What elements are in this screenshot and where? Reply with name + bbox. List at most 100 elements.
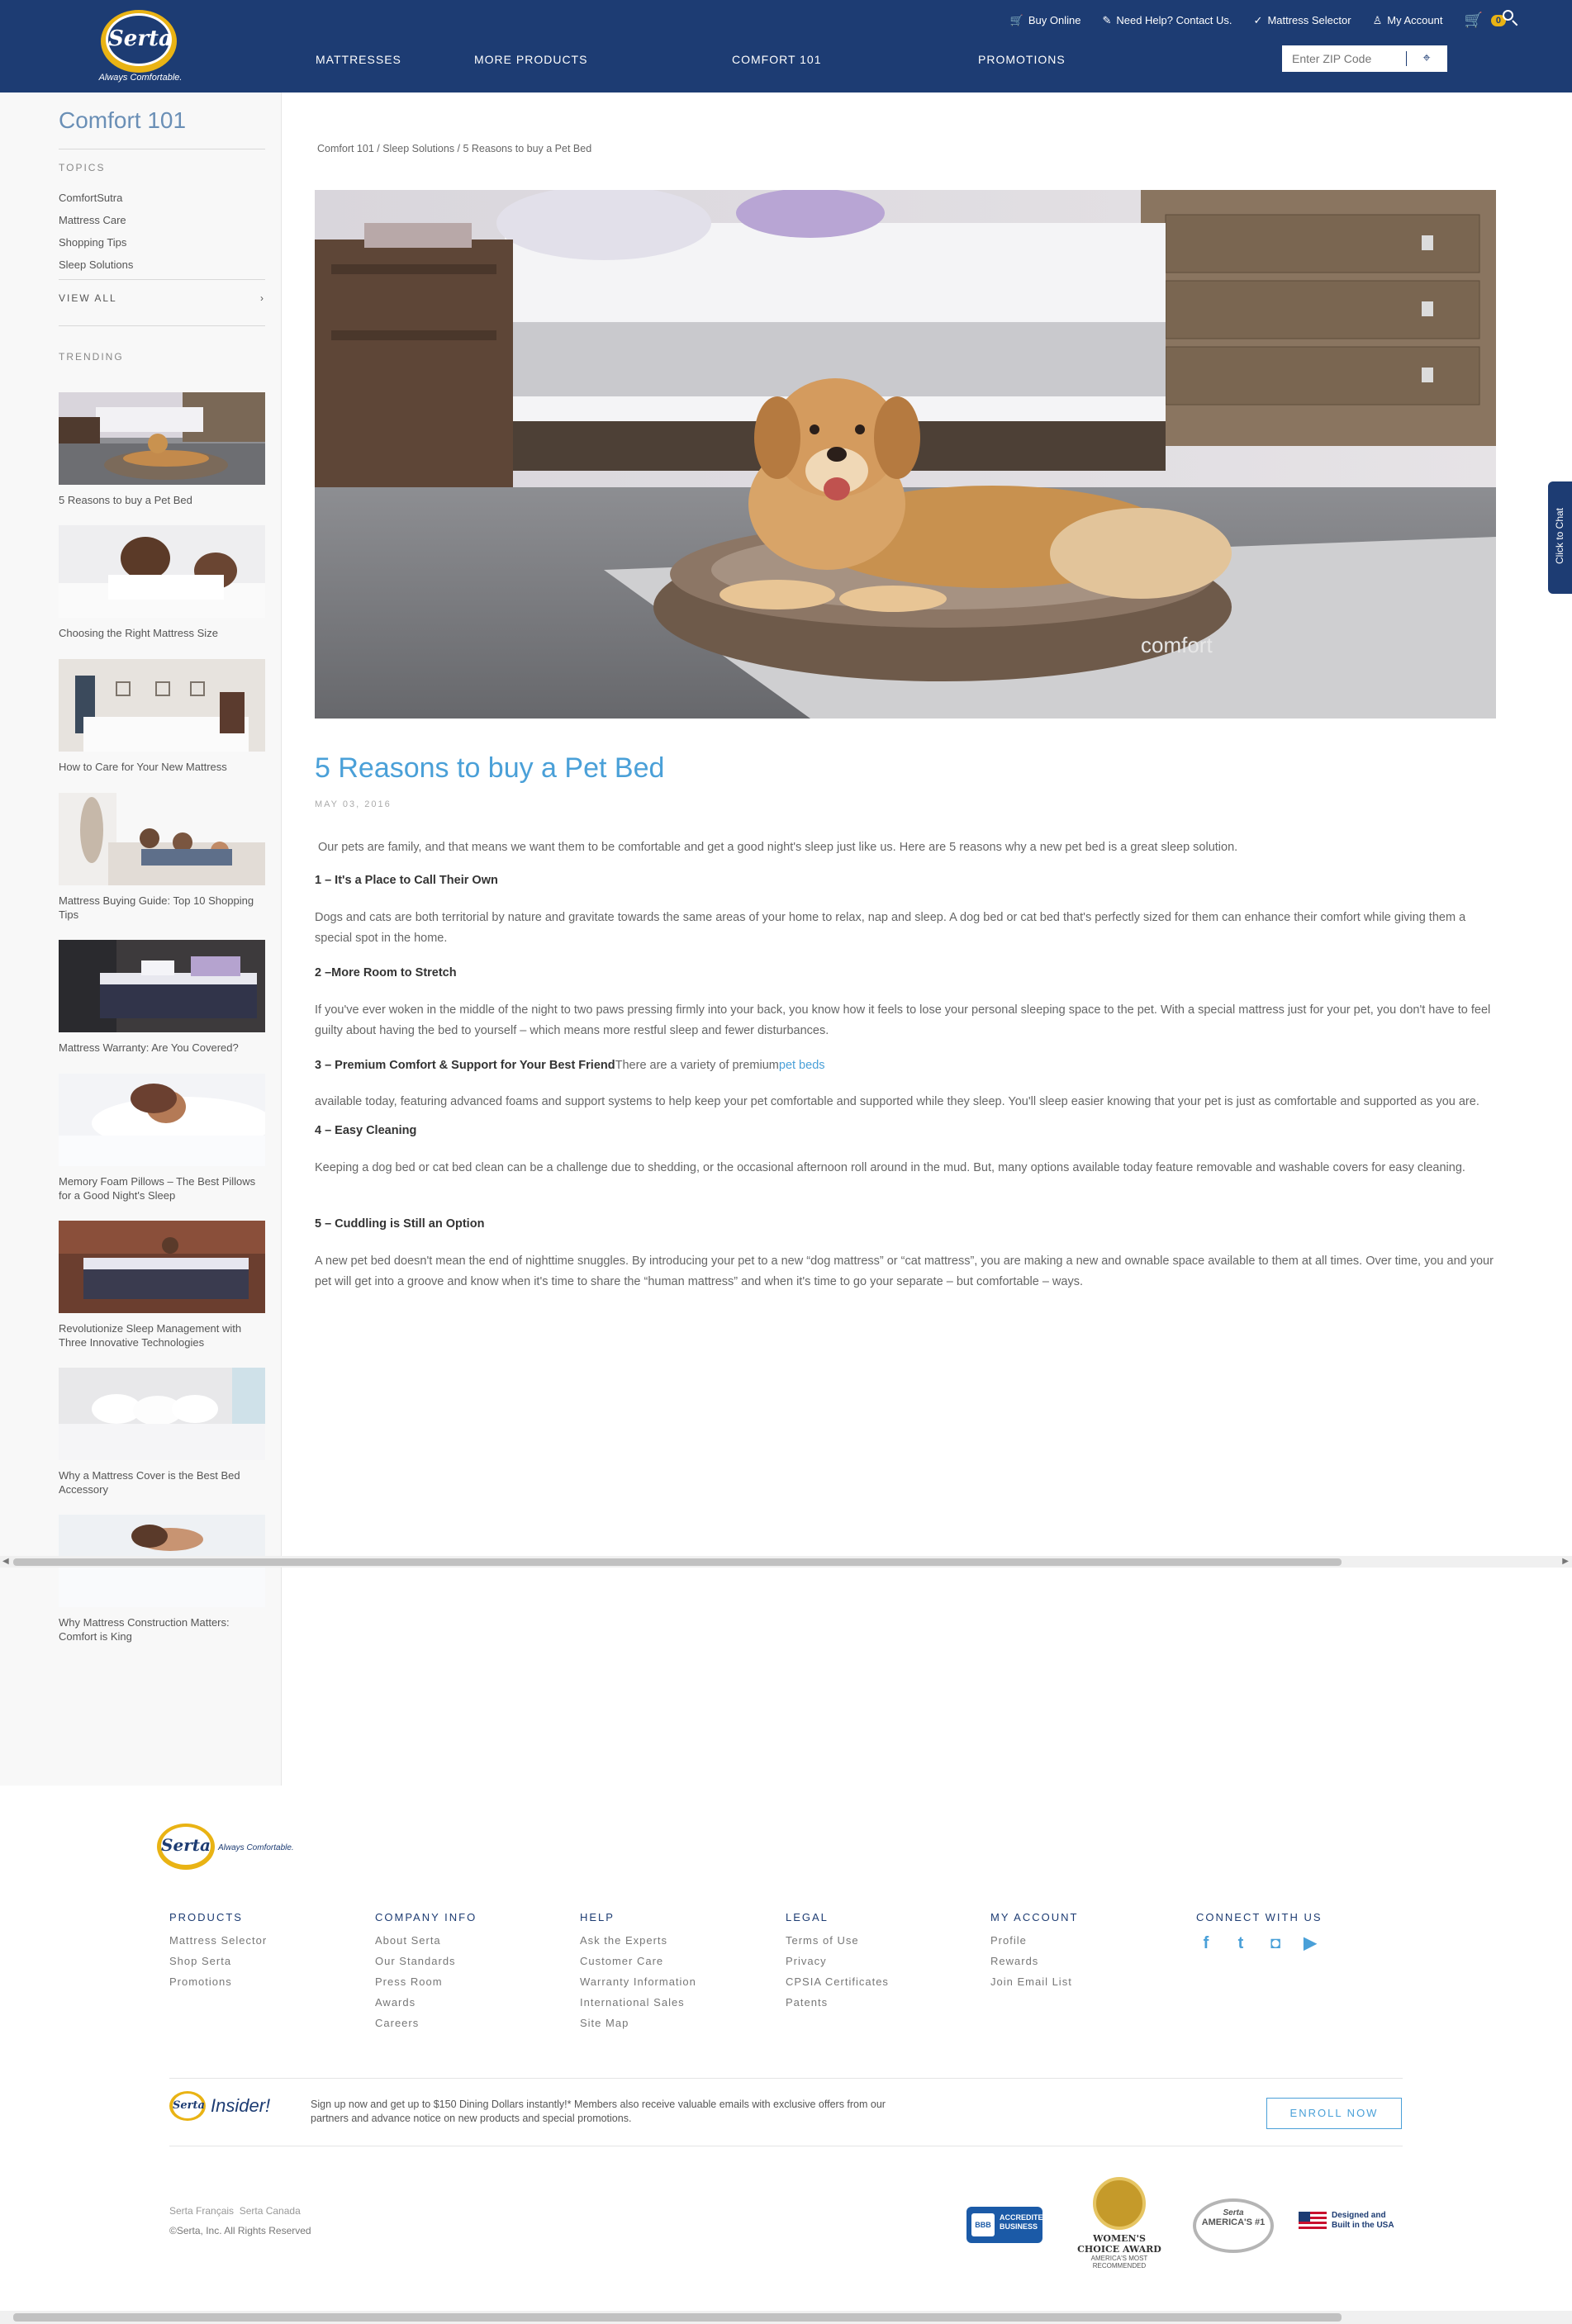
logo-oval: Serta [169, 2091, 206, 2121]
footer-col-legal: LEGAL Terms of Use Privacy CPSIA Certifi… [786, 1911, 889, 2016]
trending-caption: Revolutionize Sleep Management with Thre… [59, 1322, 242, 1349]
footer-link[interactable]: About Serta [375, 1933, 477, 1954]
trending-item[interactable]: How to Care for Your New Mattress [59, 659, 265, 774]
footer-link[interactable]: Awards [375, 1995, 477, 2016]
search-icon[interactable] [1501, 8, 1519, 26]
footer-link[interactable]: Site Map [580, 2016, 696, 2037]
topic-sleep-solutions[interactable]: Sleep Solutions [59, 257, 133, 279]
zip-input[interactable] [1282, 52, 1406, 65]
award-medal-icon [1093, 2177, 1146, 2230]
footer-link[interactable]: Press Room [375, 1975, 477, 1995]
nav-mattresses[interactable]: MATTRESSES [316, 53, 474, 66]
footer-link[interactable]: Careers [375, 2016, 477, 2037]
footer-link[interactable]: Terms of Use [786, 1933, 889, 1954]
social-links: f t ◘ ▶ [1196, 1933, 1323, 1953]
site-header: Serta Always Comfortable. 🛒 Buy Online ✎ N… [0, 0, 1572, 92]
trending-caption: Why Mattress Construction Matters: Comfo… [59, 1616, 230, 1643]
topics-label: TOPICS [59, 162, 106, 173]
trending-caption: Memory Foam Pillows – The Best Pillows f… [59, 1175, 256, 1202]
utility-nav: 🛒 Buy Online ✎ Need Help? Contact Us. ✓ Mat… [1010, 12, 1506, 29]
my-account-link[interactable]: ♙ My Account [1373, 14, 1443, 27]
topic-comfortsutra[interactable]: ComfortSutra [59, 190, 133, 212]
trending-caption: Mattress Warranty: Are You Covered? [59, 1041, 239, 1054]
trending-thumbnail [59, 793, 265, 885]
nav-comfort-101[interactable]: COMFORT 101 [732, 53, 978, 66]
trending-item[interactable]: Why a Mattress Cover is the Best Bed Acc… [59, 1368, 265, 1496]
footer-link[interactable]: Patents [786, 1995, 889, 2016]
buy-online-link[interactable]: 🛒 Buy Online [1010, 14, 1081, 27]
location-pin-icon[interactable]: ⌖ [1407, 51, 1446, 66]
section-body-4: Keeping a dog bed or cat bed clean can b… [315, 1161, 1465, 1174]
footer-link[interactable]: Our Standards [375, 1954, 477, 1975]
footer-link[interactable]: Customer Care [580, 1954, 696, 1975]
scroll-left-icon[interactable]: ◀ [2, 1557, 9, 1566]
footer-col-account: MY ACCOUNT Profile Rewards Join Email Li… [990, 1911, 1078, 1995]
insider-logo: Serta Insider! [169, 2091, 270, 2121]
view-all-label: VIEW ALL [59, 292, 117, 304]
nav-promotions[interactable]: PROMOTIONS [978, 53, 1143, 66]
bbb-accredited-badge[interactable]: BBB ACCREDITED BUSINESS [966, 2207, 1048, 2243]
trending-item[interactable]: Revolutionize Sleep Management with Thre… [59, 1221, 265, 1349]
section-heading-5: 5 – Cuddling is Still an Option [315, 1217, 485, 1231]
footer-link[interactable]: Promotions [169, 1975, 267, 1995]
nav-more-products[interactable]: MORE PRODUCTS [474, 53, 732, 66]
us-flag-icon [1299, 2212, 1327, 2230]
enroll-now-button[interactable]: ENROLL NOW [1266, 2098, 1402, 2129]
insider-signup-text: Sign up now and get up to $150 Dining Do… [311, 2099, 886, 2124]
sidebar-title: Comfort 101 [59, 107, 187, 133]
chevron-right-icon: › [260, 292, 265, 304]
section-body-5: A new pet bed doesn't mean the end of ni… [315, 1254, 1494, 1288]
footer-link[interactable]: International Sales [580, 1995, 696, 2016]
section-body-1: Dogs and cats are both territorial by na… [315, 911, 1466, 945]
click-to-chat-tab[interactable]: Click to Chat [1548, 481, 1572, 594]
trending-thumbnail [59, 1074, 265, 1166]
footer-col-products: PRODUCTS Mattress Selector Shop Serta Pr… [169, 1911, 267, 1995]
trending-item[interactable]: Mattress Buying Guide: Top 10 Shopping T… [59, 793, 265, 922]
cart-button[interactable]: 🛒 0 [1464, 12, 1506, 29]
scrollbar-thumb[interactable] [13, 1558, 1342, 1566]
footer-link[interactable]: Join Email List [990, 1975, 1078, 1995]
footer-link[interactable]: Rewards [990, 1954, 1078, 1975]
logo-wordmark: Serta [161, 1827, 211, 1865]
footer-link[interactable]: Warranty Information [580, 1975, 696, 1995]
footer-link[interactable]: Mattress Selector [169, 1933, 267, 1954]
trending-item[interactable]: Mattress Warranty: Are You Covered? [59, 940, 265, 1055]
serta-canada-link[interactable]: Serta Canada [240, 2205, 301, 2217]
scrollbar-thumb[interactable] [13, 2313, 1342, 2322]
instagram-icon[interactable]: ◘ [1266, 1933, 1285, 1953]
footer-link[interactable]: Shop Serta [169, 1954, 267, 1975]
youtube-icon[interactable]: ▶ [1300, 1933, 1320, 1953]
contact-us-link[interactable]: ✎ Need Help? Contact Us. [1102, 14, 1232, 27]
logo-tagline: Always Comfortable. [218, 1843, 294, 1852]
serta-logo[interactable]: Serta Always Comfortable. [91, 7, 190, 86]
topic-shopping-tips[interactable]: Shopping Tips [59, 235, 133, 257]
scroll-right-icon[interactable]: ▶ [1562, 1557, 1569, 1566]
trending-caption: Mattress Buying Guide: Top 10 Shopping T… [59, 894, 254, 921]
copyright: ©Serta, Inc. All Rights Reserved [169, 2225, 311, 2236]
trending-item[interactable]: Choosing the Right Mattress Size [59, 525, 265, 640]
section-heading-4: 4 – Easy Cleaning [315, 1124, 417, 1137]
page-horizontal-scrollbar[interactable] [0, 2311, 1572, 2324]
horizontal-scrollbar[interactable]: ◀ ▶ [0, 1556, 1572, 1568]
trending-item[interactable]: 5 Reasons to buy a Pet Bed [59, 392, 265, 507]
pet-beds-link[interactable]: pet beds [779, 1059, 825, 1072]
mattress-selector-link[interactable]: ✓ Mattress Selector [1254, 14, 1351, 27]
twitter-icon[interactable]: t [1231, 1933, 1251, 1953]
divider [169, 2078, 1403, 2079]
serta-francais-link[interactable]: Serta Français [169, 2205, 234, 2217]
footer-col-help: HELP Ask the Experts Customer Care Warra… [580, 1911, 696, 2037]
trending-label: TRENDING [59, 351, 124, 363]
footer-logo[interactable]: Serta Always Comfortable. [157, 1824, 297, 1873]
footer-link[interactable]: Privacy [786, 1954, 889, 1975]
breadcrumb[interactable]: Comfort 101 / Sleep Solutions / 5 Reason… [317, 143, 591, 154]
footer-link[interactable]: Profile [990, 1933, 1078, 1954]
topic-mattress-care[interactable]: Mattress Care [59, 212, 133, 235]
footer-link[interactable]: Ask the Experts [580, 1933, 696, 1954]
footer-link[interactable]: CPSIA Certificates [786, 1975, 889, 1995]
facebook-icon[interactable]: f [1196, 1933, 1216, 1953]
trending-thumbnail [59, 659, 265, 752]
trending-item[interactable]: Why Mattress Construction Matters: Comfo… [59, 1515, 265, 1643]
view-all-link[interactable]: VIEW ALL › [59, 292, 265, 304]
footer-col-connect: CONNECT WITH US f t ◘ ▶ [1196, 1911, 1323, 1953]
trending-item[interactable]: Memory Foam Pillows – The Best Pillows f… [59, 1074, 265, 1202]
